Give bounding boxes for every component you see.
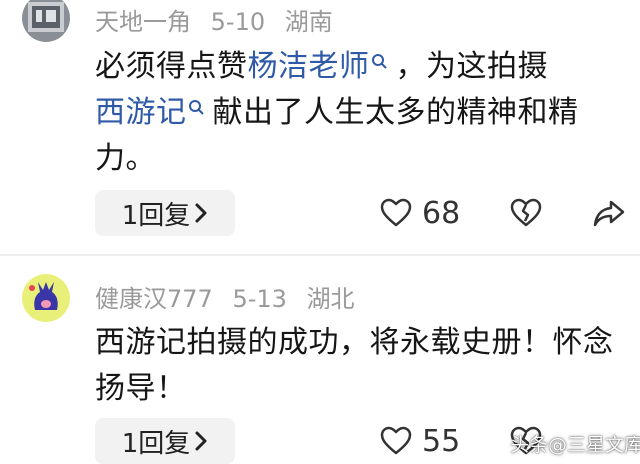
text-segment: 必须得点赞 bbox=[95, 49, 248, 84]
like-count: 68 bbox=[422, 195, 461, 231]
comment-meta: 天地一角 5-10 湖南 bbox=[95, 2, 345, 37]
chevron-right-icon bbox=[195, 203, 207, 223]
reply-label: 1回复 bbox=[121, 200, 191, 231]
comment-date: 5-10 bbox=[210, 8, 266, 36]
comment-location: 湖南 bbox=[284, 8, 333, 36]
avatar[interactable] bbox=[22, 0, 70, 42]
like-button[interactable]: 68 bbox=[380, 196, 460, 231]
comment-text: 西游记拍摄的成功，将永载史册！怀念扬导！ bbox=[95, 325, 614, 406]
search-icon bbox=[188, 100, 204, 115]
heart-icon bbox=[380, 198, 412, 227]
chevron-right-icon bbox=[195, 431, 207, 451]
search-icon bbox=[371, 54, 387, 69]
comment-meta: 健康汉777 5-13 湖北 bbox=[95, 279, 367, 314]
like-count: 55 bbox=[422, 423, 461, 459]
search-link-yang-jie[interactable]: 杨洁老师 bbox=[248, 49, 370, 84]
divider bbox=[0, 254, 640, 256]
reply-button[interactable]: 1回复 bbox=[95, 190, 235, 236]
username[interactable]: 天地一角 bbox=[95, 8, 191, 36]
avatar[interactable] bbox=[22, 274, 70, 322]
heart-icon bbox=[380, 426, 412, 455]
like-button[interactable]: 55 bbox=[380, 424, 460, 459]
comment-actions: 55 bbox=[380, 418, 542, 464]
reply-button[interactable]: 1回复 bbox=[95, 418, 235, 464]
watermark: 头条@三星文库 bbox=[510, 434, 640, 456]
text-segment: ，为这拍摄 bbox=[395, 49, 548, 84]
reply-label: 1回复 bbox=[121, 428, 191, 459]
comment-text: 必须得点赞杨洁老师 ，为这拍摄 西游记 献出了人生太多的精神和精力。 bbox=[95, 44, 615, 182]
comment-actions: 68 bbox=[380, 190, 625, 236]
broken-heart-icon[interactable] bbox=[510, 197, 542, 229]
search-link-xiyouji[interactable]: 西游记 bbox=[95, 95, 187, 130]
comment-location: 湖北 bbox=[306, 285, 355, 313]
username[interactable]: 健康汉777 bbox=[95, 285, 213, 313]
share-icon[interactable] bbox=[593, 197, 625, 229]
comment-date: 5-13 bbox=[232, 285, 287, 313]
